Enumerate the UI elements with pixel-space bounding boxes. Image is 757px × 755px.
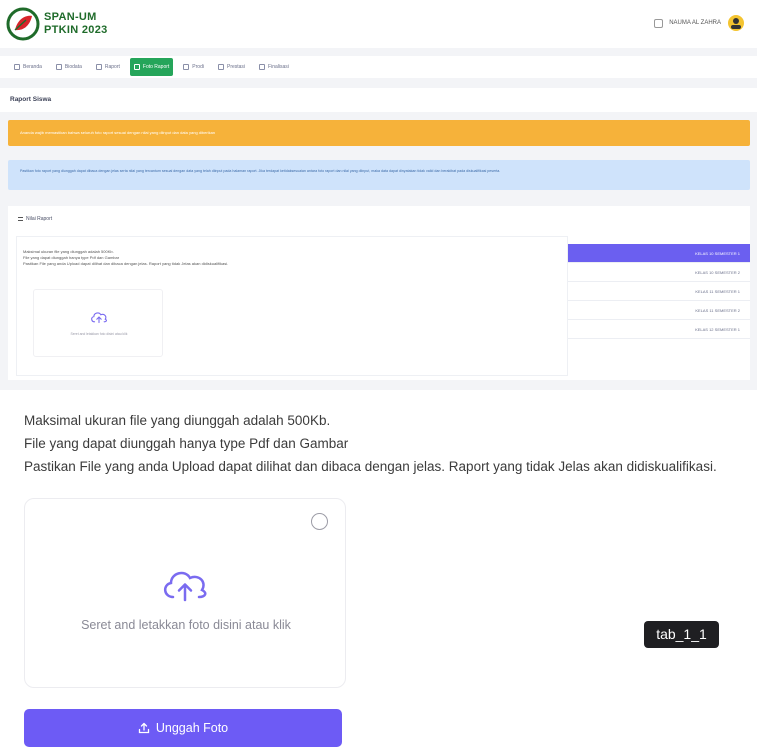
page-title-bar: Raport Siswa <box>0 88 757 112</box>
upload-info-clarity: Pastikan File yang anda Upload dapat dil… <box>24 459 717 474</box>
upload-info-max-size: Maksimal ukuran file yang diunggah adala… <box>24 413 331 428</box>
notification-icon[interactable] <box>654 18 664 28</box>
tab-kelas-12-semester-1[interactable]: KELAS 12 SEMESTER 1 <box>568 320 750 339</box>
main-nav: Beranda Biodata Raport Foto Raport Prodi… <box>0 56 757 78</box>
page-title: Raport Siswa <box>10 96 52 103</box>
nav-label: Prestasi <box>226 64 246 70</box>
user-icon <box>55 64 62 70</box>
upload-photo-button[interactable]: Unggah Foto <box>24 709 342 747</box>
user-name: NAUMA AL ZAHRA <box>669 20 721 26</box>
mini-upload-panel: Maksimal ukuran file yang diunggah adala… <box>16 236 568 376</box>
avatar[interactable] <box>727 14 745 32</box>
nav-item-raport[interactable]: Raport <box>92 58 124 76</box>
top-header: SPAN-UM PTKIN 2023 NAUMA AL ZAHRA <box>0 0 757 48</box>
nav-label: Finalisasi <box>268 64 289 70</box>
warning-alert: Ananda wajib memastikan bahwa seluruh fo… <box>8 120 750 146</box>
card-title-text: Nilai Raport <box>26 216 53 222</box>
photo-dropzone[interactable]: Seret and letakkan foto disini atau klik <box>24 498 346 688</box>
home-icon <box>14 64 20 70</box>
image-icon <box>133 64 140 70</box>
nav-item-foto-raport[interactable]: Foto Raport <box>129 58 174 76</box>
nav-label: Beranda <box>23 64 42 70</box>
trophy-icon <box>217 64 224 70</box>
nav-item-biodata[interactable]: Biodata <box>52 58 86 76</box>
raport-card: Nilai Raport Maksimal ukuran file yang d… <box>8 206 750 380</box>
mini-upload-info: Maksimal ukuran file yang diunggah adala… <box>23 249 228 267</box>
logo-leaf-icon <box>6 7 40 41</box>
nav-label: Raport <box>104 64 120 70</box>
nav-label: Prodi <box>192 64 204 70</box>
logo-line2: PTKIN 2023 <box>44 24 108 36</box>
app-logo[interactable]: SPAN-UM PTKIN 2023 <box>6 5 108 43</box>
cloud-upload-icon <box>91 312 108 324</box>
card-title: Nilai Raport <box>18 216 52 222</box>
tab-id-label: tab_1_1 <box>644 621 719 648</box>
mini-drop-caption: Seret and letakkan foto disini atau klik <box>70 332 128 336</box>
nav-item-beranda[interactable]: Beranda <box>10 58 46 76</box>
nav-label: Biodata <box>64 64 82 70</box>
nav-item-prodi[interactable]: Prodi <box>179 58 208 76</box>
mini-dropzone[interactable]: Seret and letakkan foto disini atau klik <box>33 289 163 357</box>
upload-info-file-type: File yang dapat diunggah hanya type Pdf … <box>24 436 349 451</box>
info-alert: Pastikan foto raport yang diunggah dapat… <box>8 160 750 190</box>
user-menu[interactable]: NAUMA AL ZAHRA <box>654 14 745 32</box>
mini-info-line: Pastikan File yang anda Upload dapat dil… <box>23 261 229 266</box>
warning-alert-text: Ananda wajib memastikan bahwa seluruh fo… <box>20 130 216 135</box>
list-icon <box>18 217 23 221</box>
logo-line1: SPAN-UM <box>44 11 97 23</box>
tab-kelas-10-semester-1[interactable]: KELAS 10 SEMESTER 1 <box>568 244 750 263</box>
nav-item-prestasi[interactable]: Prestasi <box>214 58 249 76</box>
cloud-upload-icon <box>164 571 207 602</box>
upload-button-label: Unggah Foto <box>155 721 229 735</box>
dropzone-caption: Seret and letakkan foto disini atau klik <box>81 618 291 632</box>
tab-kelas-10-semester-2[interactable]: KELAS 10 SEMESTER 2 <box>568 263 750 282</box>
select-radio[interactable] <box>311 513 328 530</box>
nav-item-finalisasi[interactable]: Finalisasi <box>255 58 293 76</box>
nav-label: Foto Raport <box>142 64 170 70</box>
logo-text: SPAN-UM PTKIN 2023 <box>44 11 108 37</box>
tab-kelas-11-semester-1[interactable]: KELAS 11 SEMESTER 1 <box>568 282 750 301</box>
upload-icon <box>138 722 150 734</box>
portal-screenshot: SPAN-UM PTKIN 2023 NAUMA AL ZAHRA Berand… <box>0 0 757 390</box>
info-alert-text: Pastikan foto raport yang diunggah dapat… <box>20 169 501 173</box>
tab-kelas-11-semester-2[interactable]: KELAS 11 SEMESTER 2 <box>568 301 750 320</box>
check-icon <box>259 64 266 70</box>
semester-tabs: KELAS 10 SEMESTER 1 KELAS 10 SEMESTER 2 … <box>568 244 750 339</box>
book-icon <box>95 64 102 70</box>
school-icon <box>183 64 190 70</box>
